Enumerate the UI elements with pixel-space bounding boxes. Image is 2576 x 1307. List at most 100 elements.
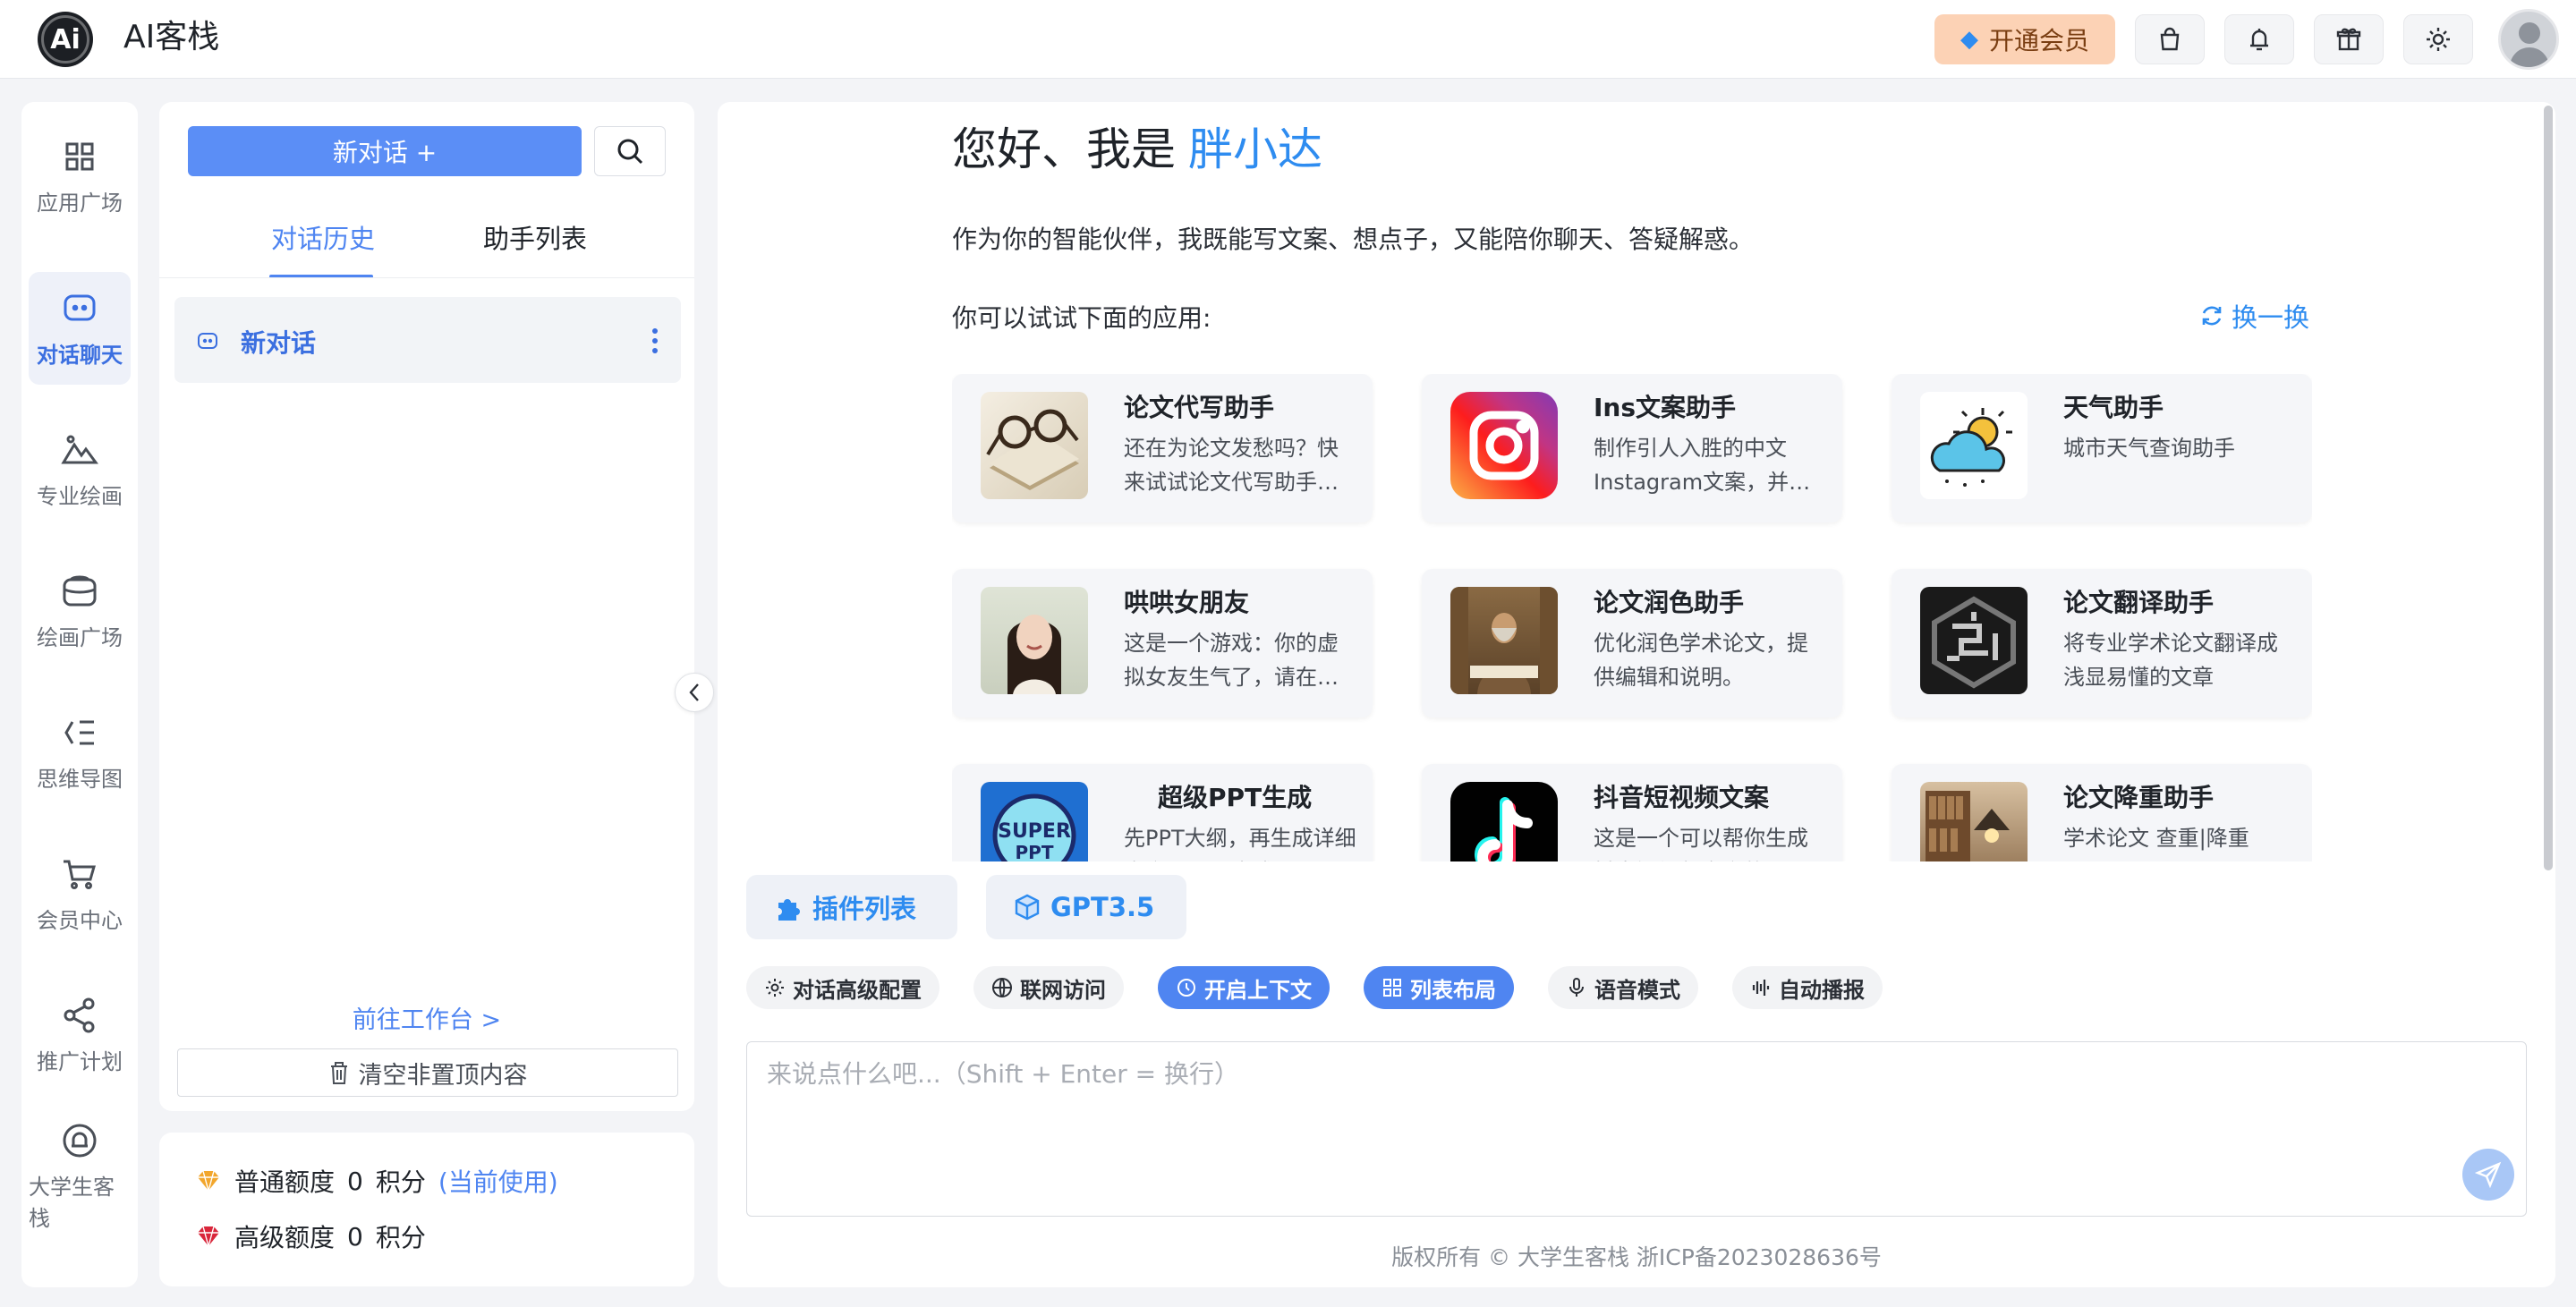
app-card[interactable]: 论文润色助手 优化润色学术论文，提供编辑和说明。 xyxy=(1422,569,1842,717)
model-select-button[interactable]: GPT3.5 xyxy=(986,875,1186,939)
card-title: 论文翻译助手 xyxy=(2063,588,2215,617)
advanced-quota-diamond-icon xyxy=(198,1226,219,1248)
app-card[interactable]: 天气助手 城市天气查询助手 xyxy=(1892,374,2312,522)
vip-button[interactable]: ◆ 开通会员 xyxy=(1934,14,2115,64)
message-input-box[interactable] xyxy=(746,1041,2527,1217)
svg-text:SUPER: SUPER xyxy=(998,820,1071,843)
nav-item-chat[interactable]: 对话聊天 xyxy=(29,272,131,385)
assistant-name: 胖小达 xyxy=(1188,123,1322,175)
user-avatar[interactable] xyxy=(2498,9,2559,70)
nav-item-mindmap[interactable]: 思维导图 xyxy=(29,696,131,809)
card-description: 城市天气查询助手 xyxy=(2063,436,2235,461)
plugin-list-button[interactable]: 插件列表 xyxy=(746,875,957,939)
nav-item-painting-square[interactable]: 绘画广场 xyxy=(29,555,131,667)
card-title: 抖音短视频文案 xyxy=(1594,783,1770,812)
chevron-left-icon xyxy=(689,683,699,701)
app-card[interactable]: Ins文案助手 制作引人入胜的中文Instagram文案，并… xyxy=(1422,374,1842,522)
app-card[interactable]: 论文翻译助手 将专业学术论文翻译成浅显易懂的文章 xyxy=(1892,569,2312,717)
greeting-prefix: 您好、我是 xyxy=(952,123,1176,175)
tab-divider xyxy=(159,277,694,278)
nav-item-app-square[interactable]: 应用广场 xyxy=(29,120,131,233)
share-icon xyxy=(64,997,95,1032)
app-card[interactable]: SUPERPPT 超级PPT生成 先PPT大纲，再生成详细文案，最后生成… xyxy=(952,764,1373,861)
gear-icon xyxy=(766,979,784,997)
refresh-icon xyxy=(2202,306,2222,326)
web-access-toggle[interactable]: 联网访问 xyxy=(973,966,1124,1009)
advanced-quota-label: 高级额度 xyxy=(234,1223,336,1252)
chip-label: 自动播报 xyxy=(1779,977,1865,1003)
greeting: 您好、我是 胖小达 xyxy=(952,120,1322,179)
logo-text: Ai xyxy=(50,23,81,55)
history-panel: 新对话 + 对话历史 助手列表 新对话 前往工作台 > 清空非置顶内容 xyxy=(159,102,694,1111)
app-card[interactable]: 哄哄女朋友 这是一个游戏：你的虚拟女友生气了，请在… xyxy=(952,569,1373,717)
app-card[interactable]: 论文代写助手 还在为论文发愁吗？快来试试论文代写助手… xyxy=(952,374,1373,522)
grid-icon xyxy=(1383,979,1401,997)
card-title: Ins文案助手 xyxy=(1594,393,1737,422)
nav-item-member-center[interactable]: 会员中心 xyxy=(29,837,131,950)
gift-button[interactable] xyxy=(2314,14,2384,64)
puzzle-icon xyxy=(778,899,800,921)
card-description: 制作引人入胜的中文Instagram文案，并… xyxy=(1594,436,1811,495)
context-toggle[interactable]: 开启上下文 xyxy=(1158,966,1330,1009)
notification-button[interactable] xyxy=(2224,14,2294,64)
card-title: 哄哄女朋友 xyxy=(1124,588,1250,617)
auto-broadcast-toggle[interactable]: 自动播报 xyxy=(1732,966,1883,1009)
instagram-thumbnail xyxy=(1450,392,1558,499)
quota-panel: 普通额度 0 积分 (当前使用) 高级额度 0 积分 xyxy=(159,1133,694,1286)
list-layout-toggle[interactable]: 列表布局 xyxy=(1364,966,1514,1009)
nav-label: 对话聊天 xyxy=(37,342,123,368)
scrollbar[interactable] xyxy=(2544,106,2553,870)
bag-icon xyxy=(2160,27,2180,51)
more-vertical-icon[interactable] xyxy=(650,327,659,354)
tab-assistant-list[interactable]: 助手列表 xyxy=(483,218,587,256)
nav-item-promotion[interactable]: 推广计划 xyxy=(29,979,131,1091)
app-card[interactable]: 抖音短视频文案 这是一个可以帮你生成抖音短视频文案的… xyxy=(1422,764,1842,861)
nav-item-pro-painting[interactable]: 专业绘画 xyxy=(29,413,131,526)
new-chat-button[interactable]: 新对话 + xyxy=(188,126,582,176)
goto-workspace-link[interactable]: 前往工作台 > xyxy=(159,1000,694,1035)
app-logo[interactable]: Ai xyxy=(38,12,93,67)
send-button[interactable] xyxy=(2462,1149,2514,1201)
conversation-item[interactable]: 新对话 xyxy=(174,297,681,383)
tab-chat-history[interactable]: 对话历史 xyxy=(271,218,375,256)
bag-button[interactable] xyxy=(2135,14,2205,64)
mindmap-icon xyxy=(64,720,94,744)
card-title: 超级PPT生成 xyxy=(1158,783,1313,812)
chip-label: 语音模式 xyxy=(1594,977,1680,1003)
bell-icon xyxy=(2250,29,2268,51)
search-button[interactable] xyxy=(594,126,666,176)
svg-text:PPT: PPT xyxy=(1016,842,1054,861)
voice-mode-toggle[interactable]: 语音模式 xyxy=(1548,966,1698,1009)
nav-item-college-inn[interactable]: 大学生客栈 xyxy=(29,1120,131,1233)
advanced-quota-unit: 积分 xyxy=(375,1223,426,1252)
plugin-list-label: 插件列表 xyxy=(812,894,917,924)
nav-label: 会员中心 xyxy=(37,907,123,933)
girl-portrait-thumbnail xyxy=(981,587,1088,694)
app-card[interactable]: 论文降重助手 学术论文 查重|降重 xyxy=(1892,764,2312,861)
advanced-config-toggle[interactable]: 对话高级配置 xyxy=(746,966,939,1009)
model-label: GPT3.5 xyxy=(1050,892,1155,922)
message-input[interactable] xyxy=(747,1042,2526,1216)
chip-label: 联网访问 xyxy=(1020,977,1106,1003)
theme-toggle-button[interactable] xyxy=(2403,14,2473,64)
current-use-note: (当前使用) xyxy=(438,1167,558,1197)
bell-circle-icon xyxy=(63,1124,97,1158)
chip-label: 对话高级配置 xyxy=(793,977,922,1003)
chip-label: 列表布局 xyxy=(1410,977,1496,1003)
refresh-button[interactable]: 换一换 xyxy=(2199,297,2309,335)
weather-thumbnail xyxy=(1920,392,2028,499)
wallet-image-icon xyxy=(63,575,97,606)
nav-label: 大学生客栈 xyxy=(29,1175,115,1231)
try-apps-label: 你可以试试下面的应用: xyxy=(952,303,1211,333)
normal-quota-unit: 积分 xyxy=(375,1167,426,1197)
card-description: 优化润色学术论文，提供编辑和说明。 xyxy=(1594,631,1808,690)
sun-icon xyxy=(2427,28,2450,51)
card-description: 将专业学术论文翻译成浅显易懂的文章 xyxy=(2063,631,2278,690)
card-title: 论文润色助手 xyxy=(1594,588,1745,617)
clear-unpinned-button[interactable]: 清空非置顶内容 xyxy=(177,1048,678,1097)
send-icon xyxy=(2475,1161,2502,1188)
chat-bot-icon xyxy=(198,333,217,349)
card-title: 论文代写助手 xyxy=(1124,393,1275,422)
collapse-sidebar-button[interactable] xyxy=(675,673,714,712)
intro-text: 作为你的智能伙伴，我既能写文案、想点子，又能陪你聊天、答疑解惑。 xyxy=(952,225,1755,254)
